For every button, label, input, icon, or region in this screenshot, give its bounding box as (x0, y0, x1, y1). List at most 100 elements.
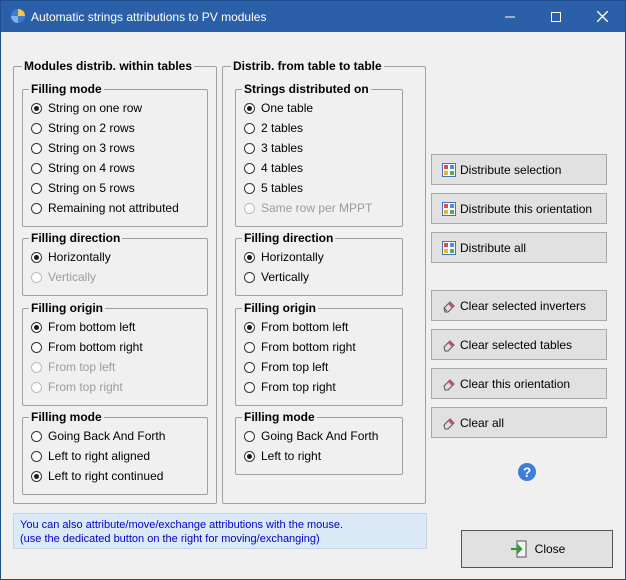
radio-option[interactable]: Remaining not attributed (31, 200, 179, 216)
radio-option[interactable]: Horizontally (31, 249, 111, 265)
group-title: Filling origin (242, 301, 318, 315)
radio-option[interactable]: 3 tables (244, 140, 303, 156)
group-title: Filling mode (242, 410, 317, 424)
strings-distributed-group: Strings distributed on One table 2 tables… (235, 82, 403, 227)
radio-option[interactable]: String on 4 rows (31, 160, 135, 176)
grid-icon (442, 162, 456, 177)
distribute-all-button[interactable]: Distribute all (431, 232, 607, 263)
radio-option[interactable]: String on 2 rows (31, 120, 135, 136)
radio-option[interactable]: From bottom right (31, 339, 143, 355)
button-label: Distribute this orientation (460, 201, 593, 216)
radio-label: String on 3 rows (48, 141, 135, 155)
radio-label: Left to right continued (48, 469, 164, 483)
radio-indicator (31, 361, 42, 373)
radio-option: Same row per MPPT (244, 200, 372, 216)
radio-label: Left to right aligned (48, 449, 151, 463)
radio-option[interactable]: String on 5 rows (31, 180, 135, 196)
button-label: Distribute all (460, 240, 527, 255)
window-title: Automatic strings attributions to PV mod… (31, 10, 267, 24)
clear-all-button[interactable]: Clear all (431, 407, 607, 438)
radio-option[interactable]: Going Back And Forth (244, 428, 378, 444)
clear-inverters-button[interactable]: Clear selected inverters (431, 290, 607, 321)
radio-indicator (244, 341, 255, 353)
radio-label: Horizontally (261, 250, 324, 264)
radio-option[interactable]: One table (244, 100, 313, 116)
filling-mode2-group: Filling mode Going Back And Forth Left to… (22, 410, 208, 495)
radio-label: String on 4 rows (48, 161, 135, 175)
radio-indicator (244, 450, 255, 462)
radio-option[interactable]: Vertically (244, 269, 309, 285)
radio-option[interactable]: 5 tables (244, 180, 303, 196)
radio-indicator (244, 361, 255, 373)
radio-label: From top right (261, 380, 336, 394)
title-bar: Automatic strings attributions to PV mod… (1, 1, 625, 32)
group-title: Filling direction (242, 231, 336, 245)
radio-indicator (31, 122, 42, 134)
radio-label: 4 tables (261, 161, 304, 175)
radio-label: From bottom right (48, 340, 143, 354)
dialog-window: Automatic strings attributions to PV mod… (0, 0, 626, 580)
radio-indicator (31, 182, 42, 194)
minimize-icon (505, 16, 515, 17)
radio-option[interactable]: From top right (244, 379, 336, 395)
radio-option: From top left (31, 359, 115, 375)
clear-tables-button[interactable]: Clear selected tables (431, 329, 607, 360)
svg-text:?: ? (523, 464, 532, 480)
clear-orientation-button[interactable]: Clear this orientation (431, 368, 607, 399)
close-button[interactable]: Close (461, 530, 613, 568)
radio-indicator (31, 102, 42, 114)
help-icon[interactable]: ? (517, 462, 537, 482)
radio-label: One table (261, 101, 314, 115)
distribute-selection-button[interactable]: Distribute selection (431, 154, 607, 185)
panel-title: Modules distrib. within tables (22, 59, 195, 73)
radio-label: From bottom left (48, 320, 136, 334)
radio-option[interactable]: String on one row (31, 100, 142, 116)
radio-option[interactable]: Horizontally (244, 249, 324, 265)
info-line-2: (use the dedicated button on the right f… (20, 533, 320, 545)
radio-label: String on one row (48, 101, 143, 115)
radio-option[interactable]: From bottom left (244, 319, 348, 335)
radio-option[interactable]: From bottom left (31, 319, 135, 335)
filling-direction-group-2: Filling direction Horizontally Vertically (235, 231, 403, 296)
radio-label: Horizontally (48, 250, 111, 264)
radio-indicator (31, 430, 42, 442)
eraser-icon (443, 339, 455, 351)
radio-label: From top left (48, 360, 116, 374)
radio-label: Remaining not attributed (48, 201, 179, 215)
panel-title: Distrib. from table to table (231, 59, 384, 73)
button-label: Clear selected inverters (460, 298, 587, 313)
radio-label: 5 tables (261, 181, 304, 195)
distribute-orientation-button[interactable]: Distribute this orientation (431, 193, 607, 224)
radio-option: Vertically (31, 269, 96, 285)
group-title: Filling direction (29, 231, 123, 245)
radio-indicator (244, 202, 255, 214)
radio-option[interactable]: From top left (244, 359, 328, 375)
modules-distrib-panel: Modules distrib. within tables Filling m… (13, 59, 217, 504)
filling-origin-group-2: Filling origin From bottom left From bott… (235, 301, 403, 406)
radio-option[interactable]: 2 tables (244, 120, 303, 136)
radio-option[interactable]: 4 tables (244, 160, 303, 176)
radio-indicator (244, 321, 255, 333)
radio-indicator (244, 142, 255, 154)
radio-label: String on 5 rows (48, 181, 135, 195)
dialog-client: Modules distrib. within tables Filling m… (1, 32, 625, 579)
close-window-button[interactable] (579, 1, 625, 32)
radio-label: 2 tables (261, 121, 304, 135)
minimize-button[interactable] (487, 1, 533, 32)
radio-option[interactable]: String on 3 rows (31, 140, 135, 156)
maximize-button[interactable] (533, 1, 579, 32)
radio-label: Left to right (261, 449, 322, 463)
radio-indicator (244, 122, 255, 134)
radio-option[interactable]: Left to right continued (31, 468, 163, 484)
radio-option[interactable]: From bottom right (244, 339, 356, 355)
radio-indicator (31, 450, 42, 462)
button-label: Clear this orientation (460, 376, 571, 391)
radio-option[interactable]: Left to right (244, 448, 321, 464)
radio-option[interactable]: Going Back And Forth (31, 428, 165, 444)
radio-indicator (31, 341, 42, 353)
radio-indicator (31, 321, 42, 333)
radio-label: Going Back And Forth (261, 429, 379, 443)
radio-option[interactable]: Left to right aligned (31, 448, 150, 464)
radio-label: Same row per MPPT (261, 201, 373, 215)
button-label: Distribute selection (460, 162, 562, 177)
